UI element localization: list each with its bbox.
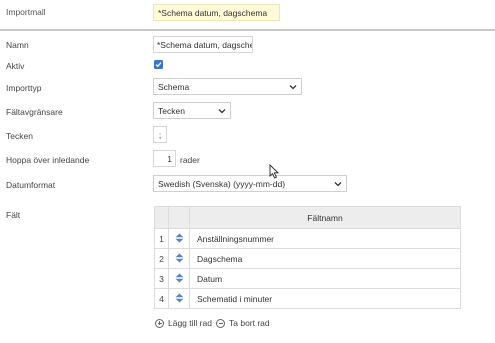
separator-value: Tecken (158, 106, 185, 116)
table-row[interactable]: 3 Datum (154, 268, 461, 289)
drag-cell[interactable] (168, 248, 190, 269)
plus-circle-icon (155, 318, 164, 328)
fields-label: Fält (6, 210, 21, 220)
header-num-cell (154, 206, 169, 229)
table-row[interactable]: 2 Dagschema (154, 248, 461, 269)
skip-header-label: Hoppa över inledande (6, 155, 90, 165)
date-format-value: Swedish (Svenska) (yyyy-mm-dd) (158, 179, 286, 189)
chevron-down-icon (289, 85, 297, 90)
name-label: Namn (6, 40, 29, 50)
import-template-bar: Importmall *Schema datum, dagschema (0, 0, 495, 30)
separator-select[interactable]: Tecken (153, 102, 231, 119)
mouse-cursor-icon (269, 164, 280, 179)
row-number: 4 (154, 288, 169, 309)
import-template-label: Importmall (6, 7, 46, 17)
fields-table: Fältnamn 1 Anställningsnummer 2 Dagschem… (154, 206, 461, 309)
skip-header-input[interactable]: 1 (153, 150, 176, 167)
active-checkbox[interactable] (154, 60, 163, 69)
drag-cell[interactable] (168, 228, 190, 249)
remove-row-label: Ta bort rad (229, 318, 270, 328)
character-label: Tecken (6, 131, 33, 141)
minus-circle-icon (216, 318, 225, 328)
remove-row-button[interactable]: Ta bort rad (216, 318, 270, 328)
import-type-label: Importtyp (6, 83, 42, 93)
field-name-cell[interactable]: Datum (189, 268, 461, 289)
header-field-name: Fältnamn (189, 206, 461, 229)
field-name-cell[interactable]: Schematid i minuter (189, 288, 461, 309)
drag-handle-icon[interactable] (175, 293, 184, 303)
skip-header-unit: rader (180, 155, 200, 165)
date-format-label: Datumformat (6, 180, 56, 190)
active-label: Aktiv (6, 61, 25, 71)
check-icon (155, 62, 162, 68)
drag-cell[interactable] (168, 288, 190, 309)
field-name-cell[interactable]: Dagschema (189, 248, 461, 269)
drag-cell[interactable] (168, 268, 190, 289)
row-number: 1 (154, 228, 169, 249)
chevron-down-icon (218, 109, 226, 114)
table-row[interactable]: 1 Anställningsnummer (154, 228, 461, 249)
import-type-select[interactable]: Schema (153, 78, 302, 95)
section-divider (0, 29, 495, 31)
header-drag-cell (168, 206, 190, 229)
drag-handle-icon[interactable] (175, 233, 184, 243)
chevron-down-icon (334, 182, 342, 187)
row-number: 2 (154, 248, 169, 269)
table-row[interactable]: 4 Schematid i minuter (154, 288, 461, 309)
name-input[interactable]: *Schema datum, dagschema (153, 36, 253, 53)
field-name-cell[interactable]: Anställningsnummer (189, 228, 461, 249)
import-template-field[interactable]: *Schema datum, dagschema (153, 4, 280, 21)
import-type-value: Schema (158, 82, 190, 92)
table-header-row: Fältnamn (154, 206, 461, 229)
row-number: 3 (154, 268, 169, 289)
drag-handle-icon[interactable] (175, 253, 184, 263)
character-input[interactable]: ; (153, 126, 167, 143)
add-row-button[interactable]: Lägg till rad (155, 318, 212, 328)
date-format-select[interactable]: Swedish (Svenska) (yyyy-mm-dd) (153, 175, 347, 192)
separator-label: Fältavgränsare (6, 107, 63, 117)
add-row-label: Lägg till rad (168, 318, 212, 328)
drag-handle-icon[interactable] (175, 273, 184, 283)
